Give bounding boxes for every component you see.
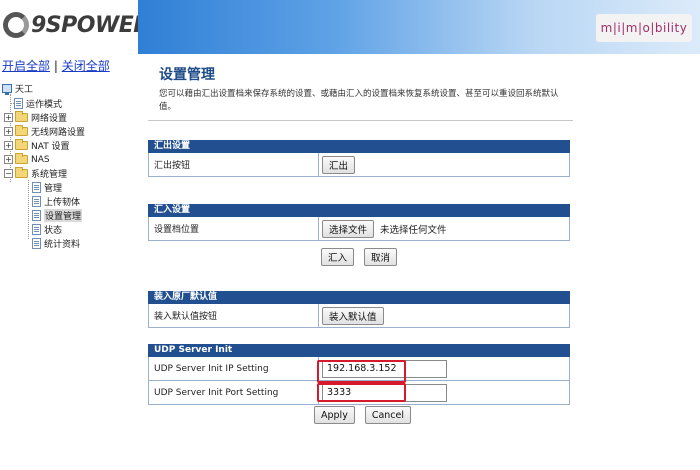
expand-icon[interactable]: +: [4, 127, 13, 136]
page-description: 您可以藉由汇出设置档来保存系统的设置、或藉由汇入的设置档来恢复系统设置、甚至可以…: [159, 89, 559, 112]
open-folder-icon: [15, 167, 28, 178]
page-icon: [32, 182, 41, 193]
open-all-link[interactable]: 开启全部: [2, 59, 50, 73]
computer-icon: [2, 84, 12, 95]
folder-icon: [15, 125, 28, 136]
export-header: 汇出设置: [148, 140, 570, 153]
udp-header: UDP Server Init: [148, 344, 570, 357]
export-button[interactable]: 汇出: [322, 155, 356, 174]
factory-header: 装入原厂默认值: [148, 291, 570, 304]
divider: [148, 120, 573, 121]
export-section: 汇出设置 汇出按钮 汇出: [148, 140, 570, 177]
tree-sub-settings[interactable]: 设置管理: [32, 209, 83, 222]
export-row: 汇出按钮 汇出: [148, 153, 570, 177]
expand-icon[interactable]: +: [4, 113, 13, 122]
udp-actions: Apply Cancel: [314, 406, 412, 424]
tree-controls: 开启全部 | 关闭全部: [2, 57, 110, 74]
folder-icon: [15, 139, 28, 150]
tree-item-mode[interactable]: 运作模式: [14, 97, 62, 110]
import-header: 汇入设置: [148, 204, 570, 217]
page-icon: [32, 224, 41, 235]
tree-sub-status[interactable]: 状态: [32, 223, 62, 236]
choose-file-button[interactable]: 选择文件: [322, 219, 375, 238]
import-section: 汇入设置 设置档位置 选择文件 未选择任何文件: [148, 204, 570, 241]
file-status: 未选择任何文件: [380, 224, 447, 236]
expand-icon[interactable]: +: [4, 141, 13, 150]
highlight-port: [317, 383, 406, 402]
tree-item-nas[interactable]: + NAS: [4, 153, 50, 166]
logo-mark-icon: [3, 12, 29, 38]
folder-icon: [15, 153, 28, 164]
page-title: 设置管理: [159, 67, 215, 83]
factory-row: 装入默认值按钮 装入默认值: [148, 304, 570, 328]
main-content: 设置管理 您可以藉由汇出设置档来保存系统的设置、或藉由汇入的设置档来恢复系统设置…: [138, 54, 700, 470]
import-cancel-button[interactable]: 取消: [364, 248, 398, 266]
factory-label: 装入默认值按钮: [149, 304, 319, 327]
page-icon: [32, 210, 41, 221]
tree-item-wireless[interactable]: + 无线网路设置: [4, 125, 85, 138]
close-all-link[interactable]: 关闭全部: [62, 59, 110, 73]
page-icon: [32, 196, 41, 207]
tree-root[interactable]: 天工: [2, 82, 33, 95]
tree-item-nat[interactable]: + NAT 设置: [4, 139, 70, 152]
tree-item-system[interactable]: − 系统管理: [4, 167, 67, 180]
import-label: 设置档位置: [149, 217, 319, 240]
factory-section: 装入原厂默认值 装入默认值按钮 装入默认值: [148, 291, 570, 328]
udp-ip-label: UDP Server Init IP Setting: [149, 357, 319, 380]
tree-sub-stats[interactable]: 统计资料: [32, 237, 80, 250]
page-icon: [32, 238, 41, 249]
udp-port-label: UDP Server Init Port Setting: [149, 381, 319, 404]
logo: 9SPOWER: [3, 12, 150, 38]
load-defaults-button[interactable]: 装入默认值: [322, 306, 384, 325]
tree-sub-admin[interactable]: 管理: [32, 181, 62, 194]
header-banner: m|i|m|o|bility: [138, 0, 700, 54]
apply-button[interactable]: Apply: [314, 406, 355, 424]
folder-icon: [15, 111, 28, 122]
import-button[interactable]: 汇入: [321, 248, 355, 266]
import-row: 设置档位置 选择文件 未选择任何文件: [148, 217, 570, 241]
separator: |: [53, 59, 58, 73]
logo-text: 9SPOWER: [31, 12, 150, 38]
collapse-icon[interactable]: −: [4, 169, 13, 178]
brand-badge: m|i|m|o|bility: [596, 14, 692, 42]
logo-area: 9SPOWER: [0, 0, 150, 54]
highlight-ip: [317, 360, 406, 383]
expand-icon[interactable]: +: [4, 155, 13, 164]
tree-item-network[interactable]: + 网络设置: [4, 111, 67, 124]
tree-sub-firmware[interactable]: 上传韧体: [32, 195, 80, 208]
sidebar: 开启全部 | 关闭全部 天工 运作模式 + 网络设置 + 无线网路设置 + NA…: [0, 54, 138, 470]
page-icon: [14, 98, 23, 109]
import-actions: 汇入 取消: [321, 248, 398, 266]
udp-cancel-button[interactable]: Cancel: [364, 406, 412, 424]
export-label: 汇出按钮: [149, 153, 319, 176]
